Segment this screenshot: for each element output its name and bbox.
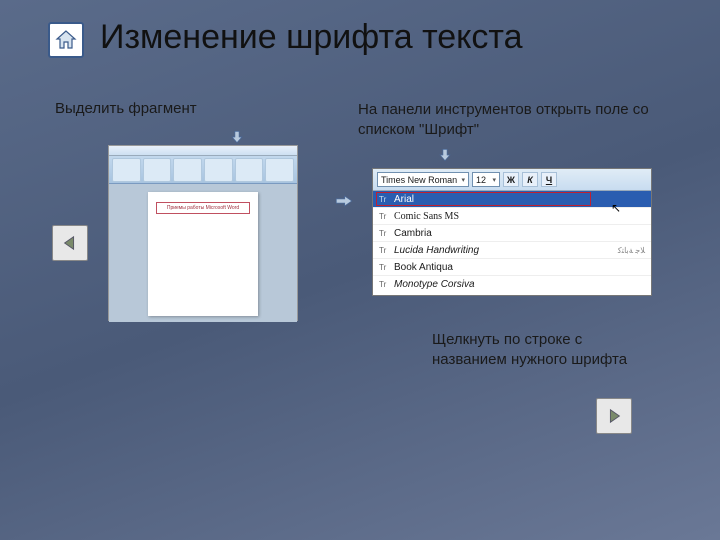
font-option[interactable]: Tr Book Antiqua <box>373 259 651 276</box>
formatting-toolbar: Times New Roman ▾ 12 ▾ Ж К Ч <box>373 169 651 191</box>
font-option[interactable]: Tr Comic Sans MS <box>373 208 651 225</box>
word-page-area: Приемы работы Microsoft Word <box>109 184 297 322</box>
italic-button[interactable]: К <box>522 172 538 187</box>
truetype-icon: Tr <box>379 280 389 289</box>
font-option[interactable]: Tr Monotype Corsiva <box>373 276 651 293</box>
font-size-dropdown[interactable]: 12 ▾ <box>472 172 500 187</box>
arrow-down-icon <box>438 148 452 162</box>
word-page: Приемы работы Microsoft Word <box>148 192 258 316</box>
font-option[interactable]: Tr Cambria <box>373 225 651 242</box>
arrow-right-icon <box>334 194 354 208</box>
font-option-label: Monotype Corsiva <box>394 279 475 290</box>
chevron-down-icon: ▾ <box>492 176 496 184</box>
triangle-right-icon <box>605 407 623 425</box>
step3-caption: Щелкнуть по строке с названием нужного ш… <box>432 330 652 369</box>
home-button[interactable] <box>48 22 84 58</box>
prev-button[interactable] <box>52 225 88 261</box>
font-option-label: Arial <box>394 194 414 205</box>
font-option[interactable]: Tr Lucida Handwriting ﻼﺟ ﺔﺑﺎﺘﻛ <box>373 242 651 259</box>
font-option-label: Book Antiqua <box>394 262 453 273</box>
chevron-down-icon: ▾ <box>461 176 465 184</box>
word-ribbon <box>109 146 297 184</box>
step2-caption: На панели инструментов открыть поле со с… <box>358 100 658 139</box>
truetype-icon: Tr <box>379 246 389 255</box>
triangle-left-icon <box>61 234 79 252</box>
truetype-icon: Tr <box>379 263 389 272</box>
font-size-value: 12 <box>476 175 486 185</box>
truetype-icon: Tr <box>379 229 389 238</box>
font-name-value: Times New Roman <box>381 175 457 185</box>
font-option-label: Cambria <box>394 228 432 239</box>
font-option[interactable]: Tr Arial <box>373 191 651 208</box>
selected-text: Приемы работы Microsoft Word <box>156 202 250 214</box>
step1-caption: Выделить фрагмент <box>55 100 197 117</box>
font-option-label: Lucida Handwriting <box>394 245 479 256</box>
underline-button[interactable]: Ч <box>541 172 557 187</box>
home-icon <box>54 28 78 52</box>
truetype-icon: Tr <box>379 212 389 221</box>
font-list: Tr Arial Tr Comic Sans MS Tr Cambria Tr … <box>373 191 651 295</box>
word-screenshot: Приемы работы Microsoft Word <box>108 145 298 321</box>
cursor-icon: ↖ <box>611 201 621 215</box>
font-option-label: Comic Sans MS <box>394 211 459 222</box>
truetype-icon: Tr <box>379 195 389 204</box>
arrow-down-icon <box>230 130 244 144</box>
page-title: Изменение шрифта текста <box>100 18 523 57</box>
next-button[interactable] <box>596 398 632 434</box>
bold-button[interactable]: Ж <box>503 172 519 187</box>
font-preview: ﻼﺟ ﺔﺑﺎﺘﻛ <box>618 246 645 255</box>
font-name-dropdown[interactable]: Times New Roman ▾ <box>377 172 469 187</box>
font-dropdown-screenshot: Times New Roman ▾ 12 ▾ Ж К Ч Tr Arial Tr… <box>372 168 652 296</box>
